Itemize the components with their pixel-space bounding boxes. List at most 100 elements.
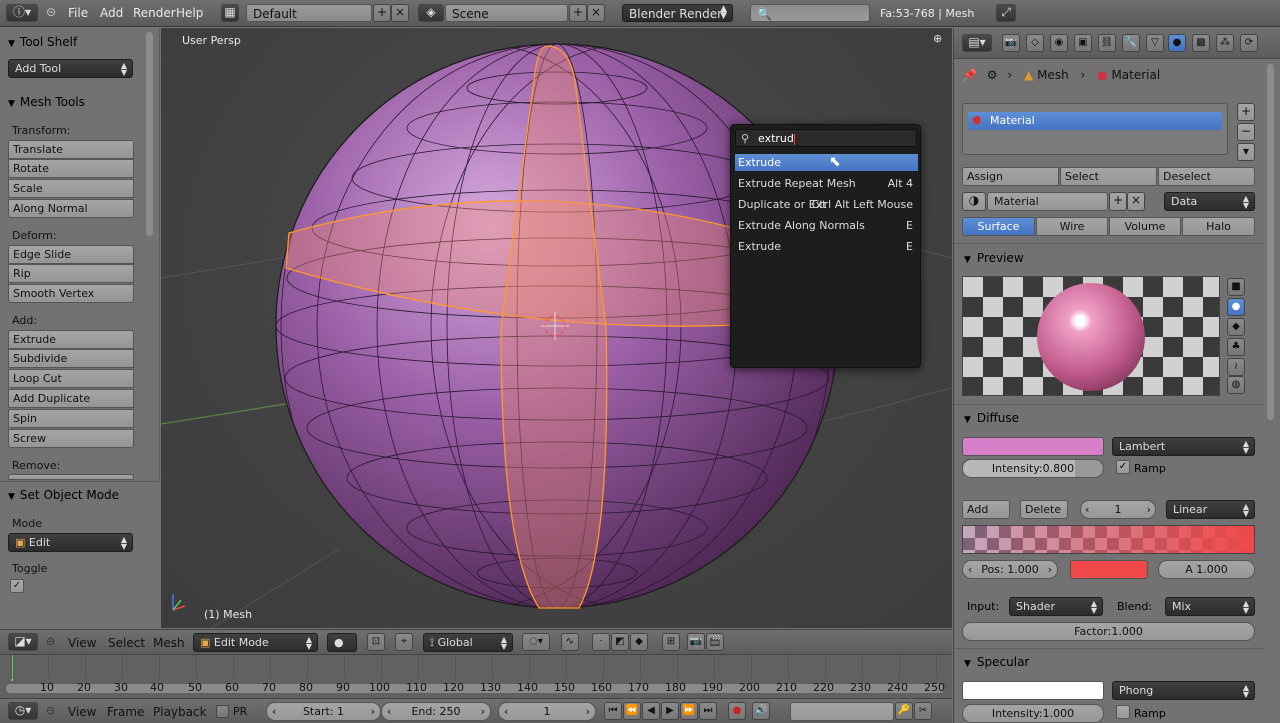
menu-select[interactable]: Select [108, 636, 145, 650]
editor-type-info-icon[interactable]: ⓘ▾ [6, 4, 38, 22]
editor-type-timeline-icon[interactable]: ◷▾ [8, 702, 38, 720]
increment-icon[interactable]: › [1147, 501, 1151, 518]
material-slot-item[interactable]: ● Material [968, 112, 1222, 130]
delete-screen-icon[interactable]: × [391, 4, 409, 22]
spin-button[interactable]: Spin [8, 409, 134, 428]
preview-sphere-icon[interactable]: ● [1227, 298, 1245, 316]
search-result-item[interactable]: Extrude Repeat Mesh Alt 4 [735, 175, 918, 192]
collapse-menu-icon[interactable]: ⊝ [46, 5, 56, 19]
physics-tab-icon[interactable]: ⟳ [1240, 34, 1258, 52]
extrude-button[interactable]: Extrude [8, 330, 134, 349]
ramp-alpha-slider[interactable]: A 1.000 [1158, 560, 1255, 579]
decrement-icon[interactable]: ‹ [1085, 501, 1089, 518]
menu-help[interactable]: Help [176, 6, 203, 20]
tab-wire[interactable]: Wire [1036, 217, 1108, 236]
along-normal-button[interactable]: Along Normal [8, 199, 134, 218]
color-ramp-bar[interactable] [962, 525, 1255, 554]
pin-icon[interactable]: 📌 [962, 68, 977, 82]
edge-slide-button[interactable]: Edge Slide [8, 245, 134, 264]
limit-selection-icon[interactable]: ⊞ [662, 633, 680, 651]
texture-tab-icon[interactable]: ▩ [1192, 34, 1210, 52]
menu-view[interactable]: View [68, 705, 96, 719]
ramp-position-field[interactable]: ‹ Pos: 1.000 › [962, 560, 1058, 579]
object-tab-icon[interactable]: ▣ [1074, 34, 1092, 52]
translate-button[interactable]: Translate [8, 140, 134, 159]
collapse-menu-icon[interactable]: ⊝ [46, 704, 55, 717]
menu-add[interactable]: Add [100, 6, 123, 20]
subdivide-button[interactable]: Subdivide [8, 349, 134, 368]
pivot-point-icon[interactable]: ⊡ [367, 633, 385, 651]
screw-button[interactable]: Screw [8, 429, 134, 448]
unlink-material-icon[interactable]: × [1127, 192, 1145, 211]
decrement-icon[interactable]: ‹ [968, 561, 972, 578]
render-engine-dropdown[interactable]: Blender Render ▲ ▼ [622, 4, 733, 22]
search-result-item[interactable]: Extrude ⬉ [735, 154, 918, 171]
set-object-mode-header[interactable]: ▼ Set Object Mode [0, 484, 160, 506]
specular-intensity-slider[interactable]: Intensity:1.000 [962, 704, 1104, 723]
render-animation-icon[interactable]: 🎬 [706, 633, 724, 651]
menu-render[interactable]: Render [133, 6, 176, 20]
mesh-tools-header[interactable]: ▼ Mesh Tools [0, 91, 160, 113]
remove-button-clipped[interactable] [8, 474, 134, 480]
edge-select-icon[interactable]: ◩ [611, 633, 629, 651]
link-dropdown[interactable]: Data ▲ ▼ [1164, 192, 1255, 211]
ramp-stop-color-swatch[interactable] [1070, 560, 1148, 579]
play-reverse-icon[interactable]: ◀ [642, 702, 660, 720]
render-tab-icon[interactable]: 📷 [1002, 34, 1020, 52]
operator-search-input[interactable]: ⚲ extrud [735, 129, 917, 147]
search-field[interactable]: 🔍 [750, 4, 870, 22]
tab-surface[interactable]: Surface [962, 217, 1035, 236]
vertex-select-icon[interactable]: ⋅ [592, 633, 610, 651]
jump-next-keyframe-icon[interactable]: ⏩ [680, 702, 698, 720]
add-screen-icon[interactable]: + [373, 4, 391, 22]
assign-button[interactable]: Assign [962, 167, 1059, 186]
search-result-item[interactable]: Extrude E [735, 238, 918, 255]
specular-shader-dropdown[interactable]: Phong ▲ ▼ [1112, 681, 1255, 700]
material-name-field[interactable]: Material [987, 192, 1108, 211]
new-material-icon[interactable]: + [1109, 192, 1127, 211]
timeline-scrollbar[interactable] [6, 684, 944, 693]
menu-view[interactable]: View [68, 636, 96, 650]
factor-slider[interactable]: Factor:1.000 [962, 622, 1255, 641]
modifiers-tab-icon[interactable]: 🔧 [1122, 34, 1140, 52]
remove-material-slot-icon[interactable]: − [1237, 123, 1255, 141]
viewport-shading-dropdown[interactable]: ● [327, 633, 357, 652]
material-slot-specials-icon[interactable]: ▾ [1237, 143, 1255, 161]
preview-hair-icon[interactable]: ≀ [1227, 358, 1245, 376]
increment-icon[interactable]: › [371, 703, 375, 720]
jump-end-icon[interactable]: ⏭ [699, 702, 717, 720]
preview-monkey-icon[interactable]: ♣ [1227, 338, 1245, 356]
smooth-vertex-button[interactable]: Smooth Vertex [8, 284, 134, 303]
preview-world-icon[interactable]: ◍ [1227, 376, 1245, 394]
ramp-checkbox[interactable]: ✓ [1116, 460, 1130, 474]
decrement-icon[interactable]: ‹ [504, 703, 508, 720]
render-layers-tab-icon[interactable]: ◇ [1026, 34, 1044, 52]
increment-icon[interactable]: › [1048, 561, 1052, 578]
diffuse-color-swatch[interactable] [962, 437, 1104, 456]
material-tab-icon[interactable]: ● [1168, 34, 1186, 52]
data-tab-icon[interactable]: ▽ [1146, 34, 1164, 52]
tool-shelf-scrollbar[interactable] [146, 32, 153, 236]
render-still-icon[interactable]: 📷 [687, 633, 705, 651]
search-result-item[interactable]: Extrude Along Normals E [735, 217, 918, 234]
record-icon[interactable]: ● [728, 702, 746, 720]
fullscreen-icon[interactable]: ⤢ [996, 4, 1016, 22]
increment-icon[interactable]: › [586, 703, 590, 720]
preview-cube-icon[interactable]: ◆ [1227, 318, 1245, 336]
menu-file[interactable]: File [68, 6, 88, 20]
scene-tab-icon[interactable]: ◉ [1050, 34, 1068, 52]
material-browse-icon[interactable]: ◑ [962, 192, 986, 211]
face-select-icon[interactable]: ◆ [630, 633, 648, 651]
rotate-button[interactable]: Rotate [8, 159, 134, 178]
ramp-interpolation-dropdown[interactable]: Linear ▲ ▼ [1166, 500, 1255, 519]
screen-layout-field[interactable]: Default [246, 4, 372, 22]
collapse-menu-icon[interactable]: ⊝ [46, 635, 55, 648]
snap-icon[interactable]: ∿ [561, 633, 579, 651]
start-frame-field[interactable]: ‹ Start: 1 › [266, 702, 381, 721]
current-frame-field[interactable]: ‹ 1 › [498, 702, 596, 721]
ramp-delete-button[interactable]: Delete [1020, 500, 1068, 519]
tab-halo[interactable]: Halo [1182, 217, 1255, 236]
editor-type-properties-icon[interactable]: ▤▾ [962, 34, 992, 52]
end-frame-field[interactable]: ‹ End: 250 › [381, 702, 491, 721]
scale-button[interactable]: Scale [8, 179, 134, 198]
